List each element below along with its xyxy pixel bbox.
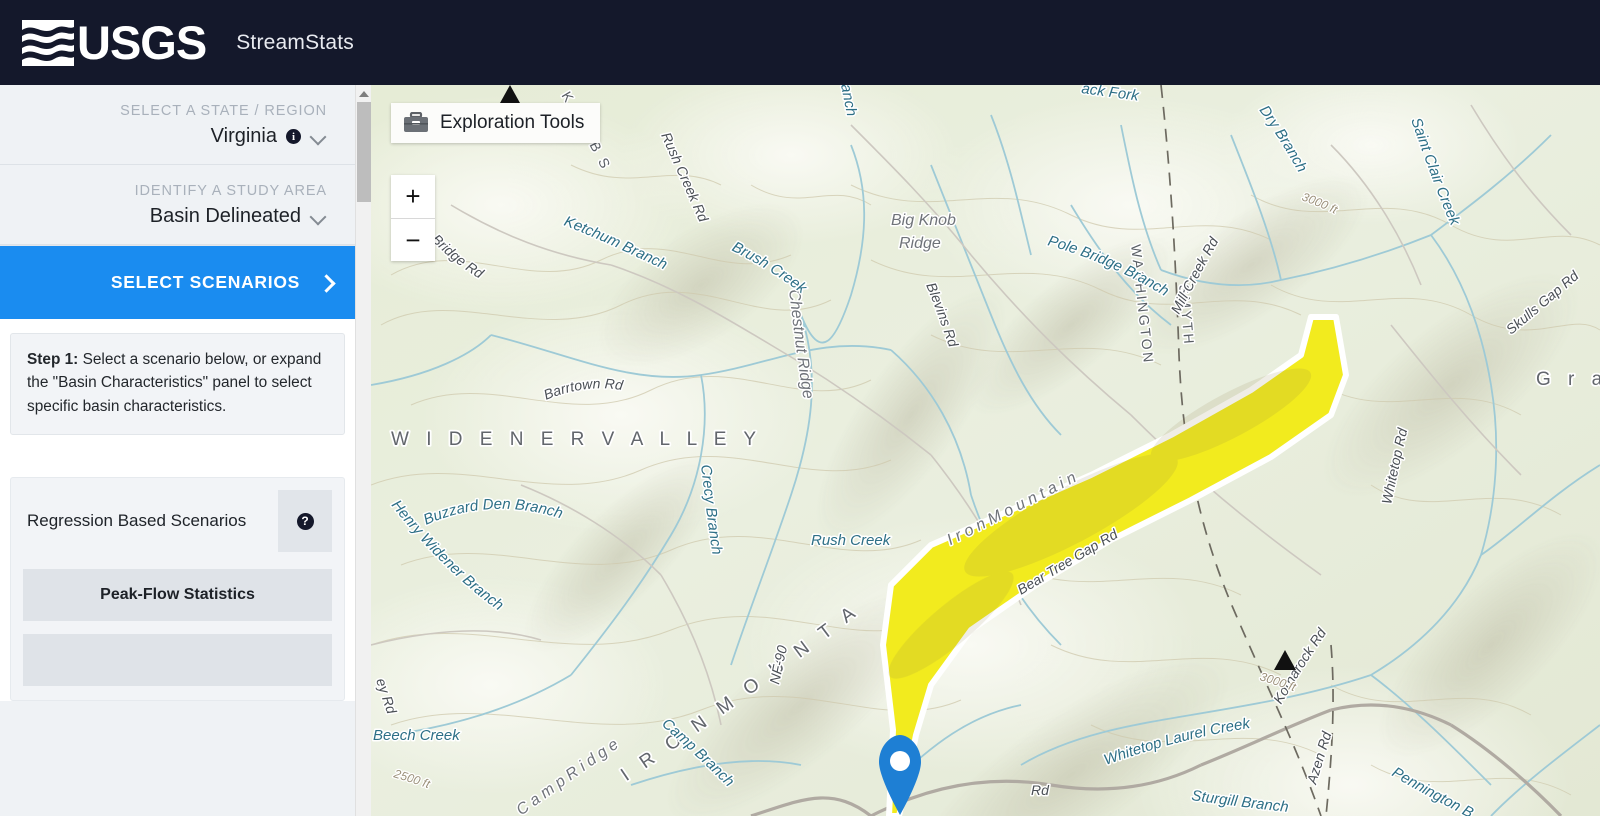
select-state-label: SELECT A STATE / REGION (120, 103, 327, 119)
regression-scenarios-header: Regression Based Scenarios ? (23, 490, 332, 556)
regression-scenarios-title: Regression Based Scenarios (27, 511, 247, 531)
select-scenarios-button[interactable]: SELECT SCENARIOS (0, 245, 355, 319)
sidebar-content: Step 1: Select a scenario below, or expa… (0, 319, 355, 702)
streamstats-app: USGS StreamStats SELECT A STATE / REGION… (0, 0, 1600, 816)
select-state-section[interactable]: SELECT A STATE / REGION Virginia i (0, 85, 355, 165)
map-label-gray: G r a y (1536, 369, 1600, 390)
sidebar-scrollbar[interactable] (355, 85, 371, 816)
map-label-beech-creek: Beech Creek (373, 727, 461, 744)
select-scenarios-label: SELECT SCENARIOS (110, 272, 300, 292)
question-mark-icon: ? (296, 512, 314, 530)
map-label-widener-valley: W I D E N E R V A L L E Y (391, 429, 762, 450)
map-label-rd: Rd (1031, 782, 1050, 798)
app-header: USGS StreamStats (0, 0, 1600, 85)
zoom-out-button[interactable]: − (391, 218, 435, 261)
study-area-label: IDENTIFY A STUDY AREA (134, 183, 327, 199)
regression-scenarios-card: Regression Based Scenarios ? Peak-Flow S… (10, 477, 345, 702)
map-canvas[interactable]: W I D E N E R V A L L E Y I R O N M O U … (371, 85, 1600, 816)
chevron-right-icon (320, 276, 333, 289)
chevron-down-icon[interactable] (310, 208, 327, 225)
info-icon[interactable]: i (286, 129, 301, 144)
exploration-tools-label: Exploration Tools (440, 112, 585, 133)
zoom-in-button[interactable]: + (391, 175, 435, 218)
usgs-wordmark: USGS (77, 15, 207, 69)
sidebar: SELECT A STATE / REGION Virginia i IDENT… (0, 85, 355, 816)
scenarios-help-button[interactable]: ? (278, 490, 332, 553)
map-label-big-knob-ridge-2: Ridge (899, 235, 941, 252)
map-zoom-controls: + − (391, 175, 435, 261)
selected-state-value: Virginia (210, 125, 277, 147)
toolbox-icon (403, 112, 429, 134)
usgs-logo[interactable]: USGS (22, 15, 207, 69)
study-area-value: Basin Delineated (149, 205, 301, 227)
step-instruction: Step 1: Select a scenario below, or expa… (10, 333, 345, 436)
exploration-tools-button[interactable]: Exploration Tools (391, 103, 601, 143)
chevron-down-icon[interactable] (310, 128, 327, 145)
topographic-map: W I D E N E R V A L L E Y I R O N M O U … (371, 85, 1600, 816)
scrollbar-thumb[interactable] (357, 102, 371, 202)
map-label-rush-creek: Rush Creek (811, 532, 892, 549)
map-label-big-knob-ridge: Big Knob (891, 212, 956, 229)
step-label: Step 1: (27, 351, 79, 368)
identify-study-area-section[interactable]: IDENTIFY A STUDY AREA Basin Delineated (0, 165, 355, 245)
scrollbar-up-arrow-icon[interactable] (356, 85, 372, 102)
app-title: StreamStats (236, 30, 354, 54)
peak-flow-statistics-button[interactable]: Peak-Flow Statistics (23, 569, 332, 622)
usgs-wave-logo-icon (22, 19, 74, 66)
scenario-button-partial[interactable] (23, 634, 332, 687)
